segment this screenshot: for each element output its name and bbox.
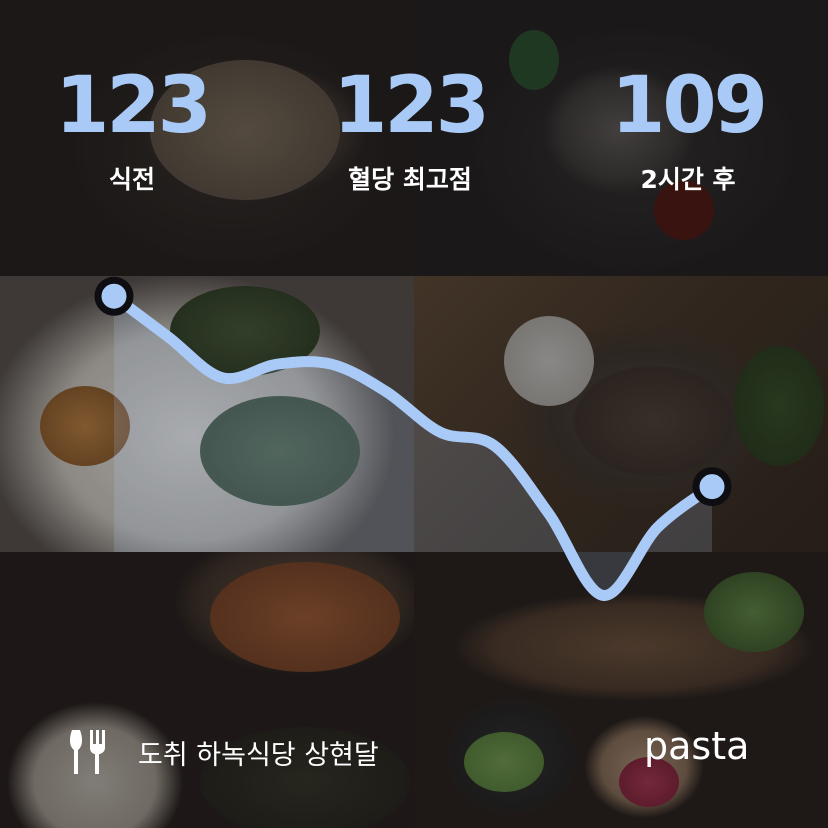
fork-knife-icon (69, 730, 105, 774)
glucose-curve-chart (94, 276, 732, 601)
glucose-collage: 123 식전 123 혈당 최고점 109 2시간 후 도취 하녹식당 상현달 … (0, 0, 828, 828)
start-marker (94, 276, 134, 316)
curve-area (114, 296, 712, 596)
brand-logo: pasta (644, 724, 750, 768)
restaurant-name: 도취 하녹식당 상현달 (138, 739, 379, 771)
restaurant-tag: 도취 하녹식당 상현달 (68, 728, 379, 776)
end-marker (692, 467, 732, 507)
